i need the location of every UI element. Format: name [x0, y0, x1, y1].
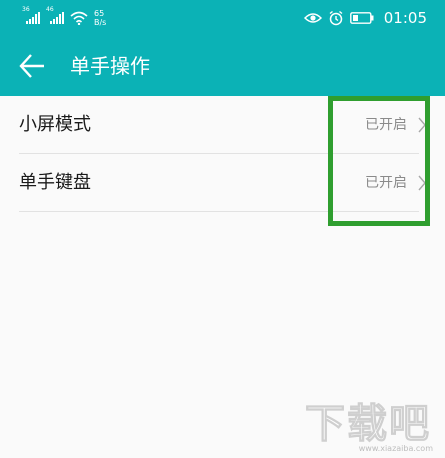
battery-icon — [349, 12, 374, 24]
alarm-icon — [329, 10, 343, 26]
watermark-text: 下载吧 — [305, 401, 431, 447]
signal-icon: 36 — [22, 7, 42, 26]
setting-row-small-screen-mode[interactable]: 小屏模式 已开启 — [0, 96, 445, 154]
clock: 01:05 — [383, 9, 427, 27]
divider — [19, 211, 419, 212]
watermark-url: www.xiazaiba.com — [358, 444, 433, 453]
signal-icon: 46 — [46, 7, 66, 26]
status-right: 01:05 — [303, 6, 427, 30]
setting-label: 单手键盘 — [19, 172, 91, 193]
network-speed: 65 B/s — [94, 9, 106, 27]
screen: 36 46 65 B/s 01:05 单手操作 小屏模式 已开启 单手键盘 已开… — [0, 0, 445, 458]
network-speed-unit: B/s — [94, 18, 107, 27]
setting-status: 已开启 — [365, 117, 407, 133]
settings-list: 小屏模式 已开启 单手键盘 已开启 — [0, 96, 445, 212]
status-left: 36 46 65 B/s — [22, 6, 106, 30]
eye-icon — [303, 13, 322, 23]
back-button[interactable] — [18, 52, 48, 80]
top-bar: 36 46 65 B/s 01:05 单手操作 — [0, 0, 445, 96]
status-bar: 36 46 65 B/s 01:05 — [0, 0, 445, 36]
setting-status: 已开启 — [365, 175, 407, 191]
arrow-left-icon — [19, 54, 44, 78]
setting-row-one-hand-keyboard[interactable]: 单手键盘 已开启 — [0, 154, 445, 212]
network-speed-value: 65 — [94, 9, 105, 18]
chevron-right-icon — [418, 175, 426, 191]
page-title: 单手操作 — [70, 54, 150, 78]
watermark: 下载吧 www.xiazaiba.com — [305, 402, 435, 454]
app-bar: 单手操作 — [0, 36, 445, 96]
chevron-right-icon — [418, 117, 426, 133]
setting-label: 小屏模式 — [19, 114, 91, 135]
wifi-icon — [70, 11, 88, 25]
